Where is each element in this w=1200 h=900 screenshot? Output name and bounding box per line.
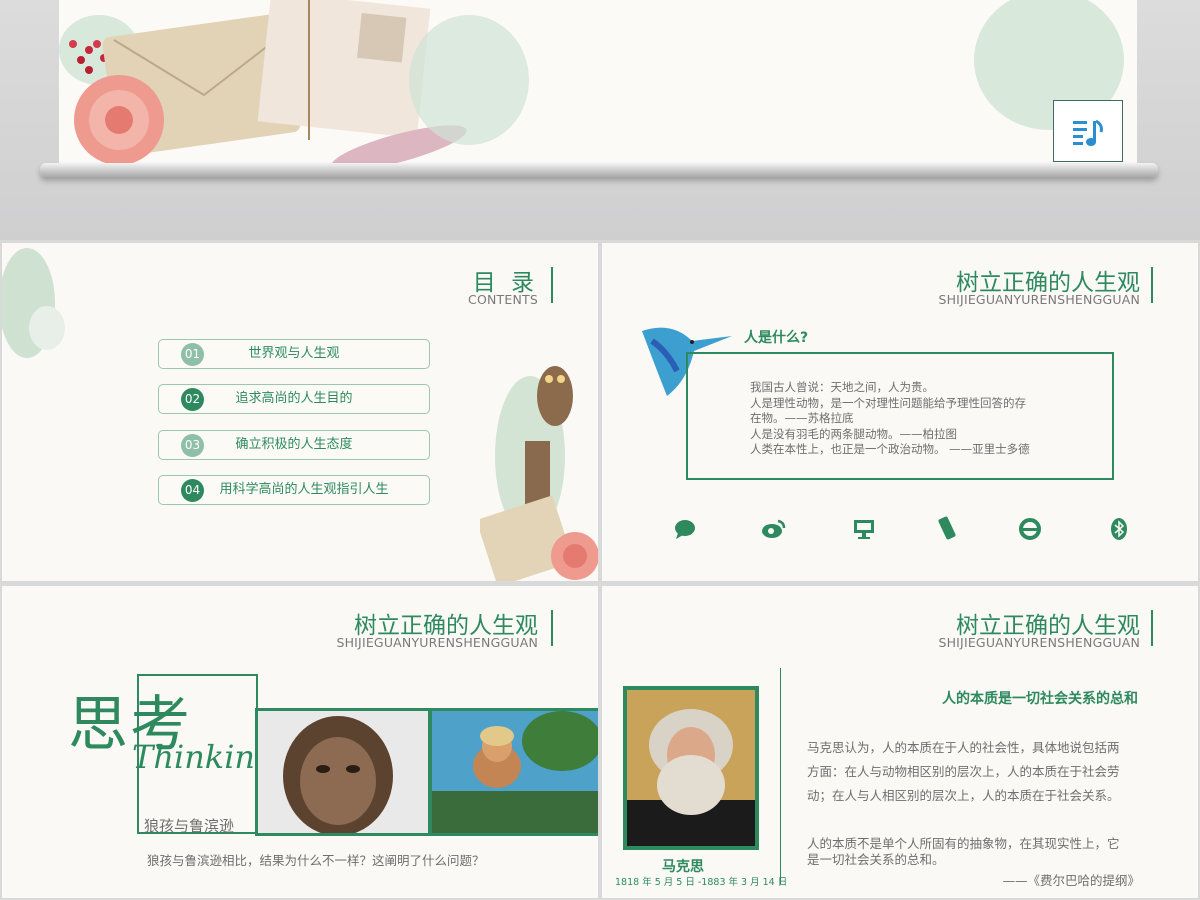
- section-heading: 人的本质是一切社会关系的总和: [942, 691, 1138, 707]
- wolf-boy-photo: [258, 711, 428, 833]
- page-subtitle: SHIJIEGUANYURENSHENGGUAN: [336, 635, 538, 650]
- slide-contents[interactable]: 目 录 CONTENTS 世界观与人生观 01 追求高尚的人生目的 02 确立积…: [2, 243, 598, 581]
- menu-item-number: 03: [181, 434, 204, 457]
- paragraph-line: 是一切社会关系的总和。: [807, 852, 945, 867]
- title-divider: [551, 610, 553, 646]
- floral-envelope-illustration: [59, 0, 1124, 165]
- paragraph-line: 动；在人与人相区别的层次上，人的本质在于社会关系。: [807, 788, 1120, 803]
- paragraph-2: 人的本质不是单个人所固有的抽象物，在其现实性上，它 是一切社会关系的总和。: [807, 836, 1120, 868]
- weibo-icon[interactable]: [762, 518, 786, 540]
- phone-icon[interactable]: [935, 515, 959, 541]
- chat-icon[interactable]: [674, 518, 696, 540]
- title-divider: [551, 267, 553, 303]
- page-subtitle: SHIJIEGUANYURENSHENGGUAN: [938, 635, 1140, 650]
- marx-portrait: [627, 690, 755, 846]
- owl-illustration: [480, 366, 598, 581]
- robinson-photo: [432, 711, 598, 833]
- menu-item-number: 04: [181, 479, 204, 502]
- portrait-frame: [623, 686, 759, 850]
- quote-line: 人类在本性上，也正是一个政治动物。 ——亚里士多德: [750, 442, 1030, 456]
- photo-frame: [255, 708, 598, 836]
- monitor-icon[interactable]: [852, 518, 876, 540]
- quote-source: ——《费尔巴哈的提纲》: [1002, 873, 1140, 888]
- title-divider: [1151, 267, 1153, 303]
- menu-item-1[interactable]: 世界观与人生观 01: [158, 339, 430, 369]
- quote-line: 人是理性动物，是一个对理性问题能给予理性回答的存: [750, 395, 1026, 410]
- paragraph-line: 马克思认为，人的本质在于人的社会性，具体地说包括两: [807, 740, 1120, 755]
- portrait-name: 马克思: [662, 859, 704, 875]
- menu-item-4[interactable]: 用科学高尚的人生观指引人生 04: [158, 475, 430, 505]
- quote-box: 我国古人曾说：天地之间，人为贵。 人是理性动物，是一个对理性问题能给予理性回答的…: [686, 352, 1114, 480]
- menu-item-3[interactable]: 确立积极的人生态度 03: [158, 430, 430, 460]
- paragraph-line: 方面：在人与动物相区别的层次上，人的本质在于社会劳: [807, 764, 1120, 779]
- music-button[interactable]: [1053, 100, 1123, 162]
- section-heading: 人是什么?: [744, 330, 809, 346]
- quote-line: 在物。——苏格拉底: [750, 411, 854, 425]
- hero-banner: [59, 0, 1137, 165]
- bluetooth-icon[interactable]: [1109, 517, 1129, 541]
- paragraph-line: 人的本质不是单个人所固有的抽象物，在其现实性上，它: [807, 836, 1120, 851]
- page-subtitle: CONTENTS: [468, 292, 538, 307]
- think-heading-en: Thinkin: [132, 738, 256, 776]
- slide-marx[interactable]: 树立正确的人生观 SHIJIEGUANYURENSHENGGUAN 马克思 18…: [602, 586, 1198, 898]
- caption: 狼孩与鲁滨逊: [144, 817, 235, 835]
- quote-line: 我国古人曾说：天地之间，人为贵。: [750, 380, 934, 394]
- ie-icon[interactable]: [1018, 517, 1042, 541]
- top-banner-area: [0, 0, 1200, 240]
- page-subtitle: SHIJIEGUANYURENSHENGGUAN: [938, 292, 1140, 307]
- slide-what-is-man[interactable]: 树立正确的人生观 SHIJIEGUANYURENSHENGGUAN 人是什么? …: [602, 243, 1198, 581]
- portrait-dates: 1818 年 5 月 5 日 -1883 年 3 月 14 日: [615, 877, 788, 888]
- menu-item-2[interactable]: 追求高尚的人生目的 02: [158, 384, 430, 414]
- quote-line: 人是没有羽毛的两条腿动物。——柏拉图: [750, 426, 957, 441]
- paragraph-1: 马克思认为，人的本质在于人的社会性，具体地说包括两 方面：在人与动物相区别的层次…: [807, 736, 1120, 808]
- menu-item-number: 01: [181, 343, 204, 366]
- vertical-divider: [780, 668, 781, 884]
- leaf-decoration: [2, 248, 65, 358]
- question-text: 狼孩与鲁滨逊相比，结果为什么不一样？这阐明了什么问题？: [147, 853, 485, 868]
- title-divider: [1151, 610, 1153, 646]
- shelf: [40, 163, 1158, 177]
- menu-item-number: 02: [181, 388, 204, 411]
- music-playlist-icon: [1073, 119, 1103, 146]
- slide-think[interactable]: 树立正确的人生观 SHIJIEGUANYURENSHENGGUAN 思考 Thi…: [2, 586, 598, 898]
